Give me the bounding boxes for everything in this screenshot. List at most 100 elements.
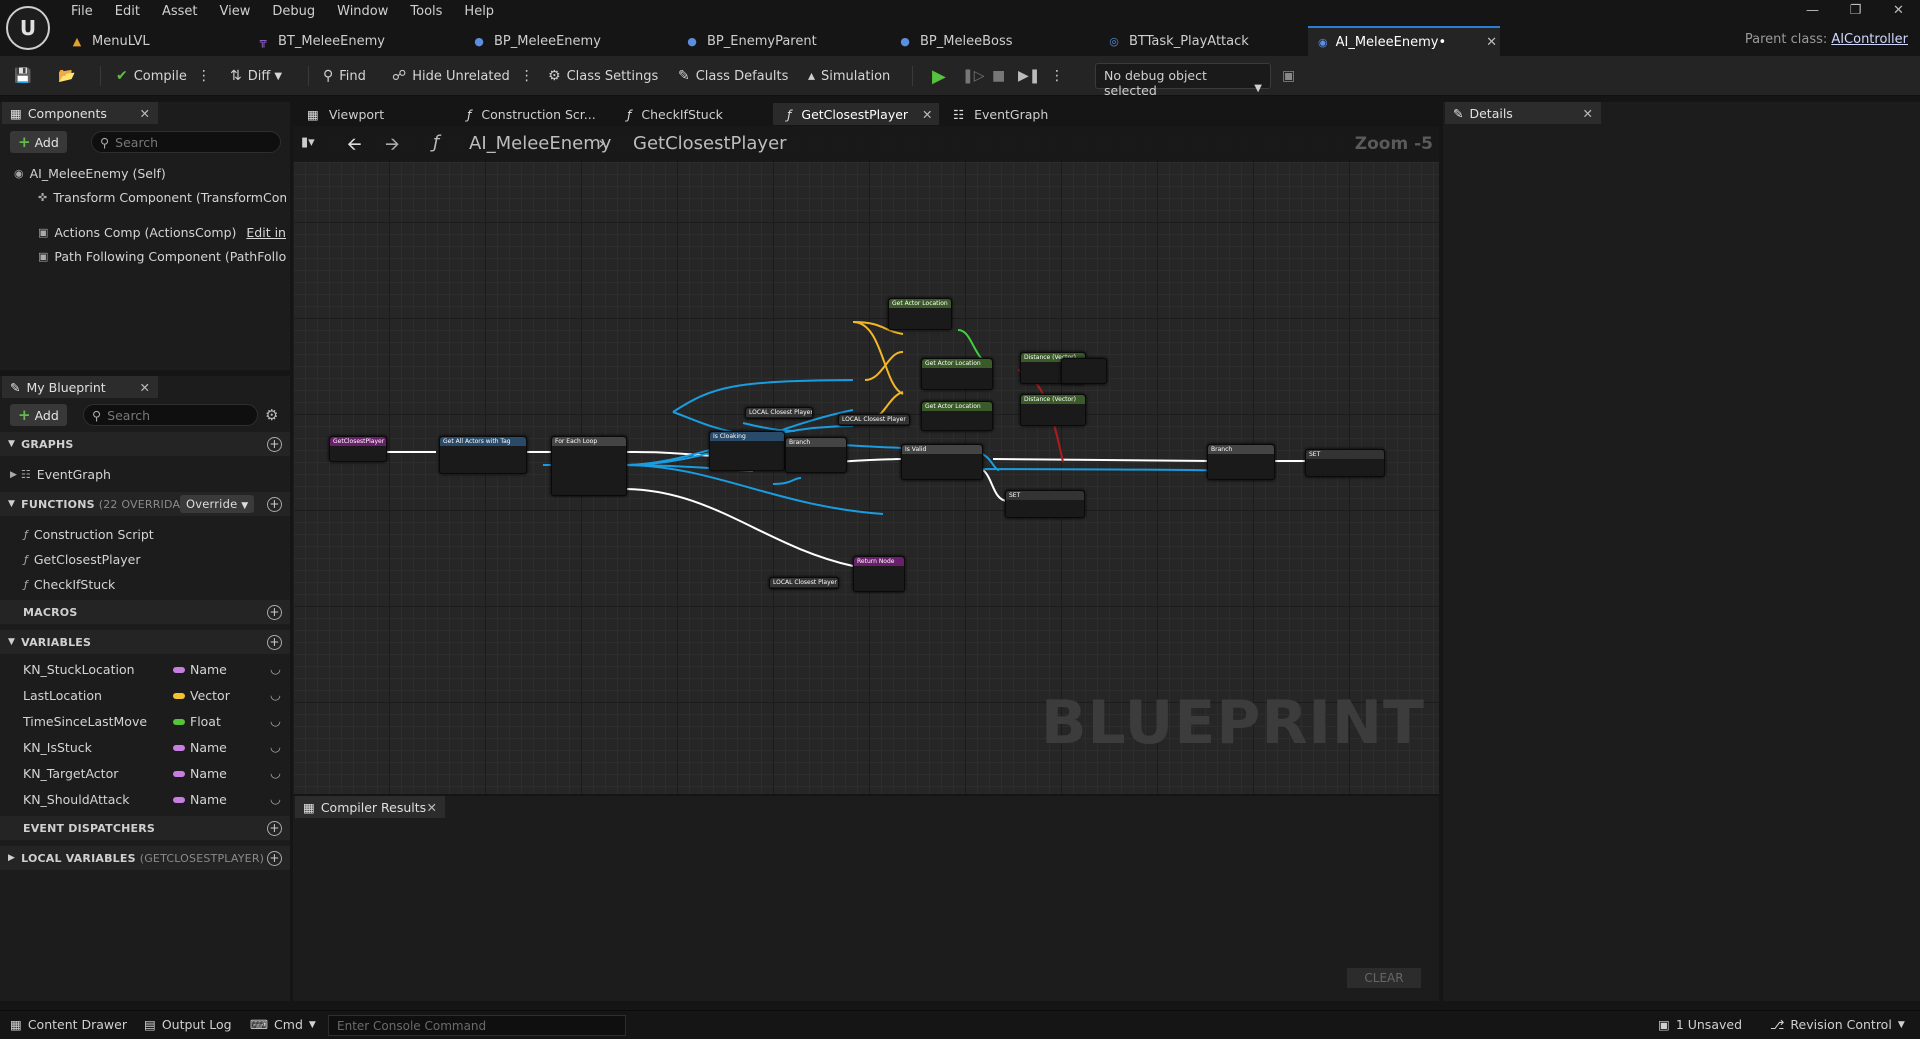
tab-eventgraph[interactable]: ☷ EventGraph: [939, 103, 1079, 125]
close-icon[interactable]: ✕: [922, 107, 932, 122]
diff-button[interactable]: ⇅ Diff ▼: [230, 62, 282, 90]
graph-node[interactable]: For Each Loop: [551, 436, 627, 496]
tab-bt-meleeenemy[interactable]: ╦ BT_MeleeEnemy: [246, 26, 461, 56]
tab-bp-meleeenemy[interactable]: ● BP_MeleeEnemy: [462, 26, 674, 56]
close-icon[interactable]: ✕: [1583, 106, 1593, 121]
stop-button[interactable]: ■: [992, 62, 1011, 90]
compare-node[interactable]: [1061, 358, 1107, 384]
my-blueprint-search-input[interactable]: ⚲ Search: [83, 404, 258, 426]
close-icon[interactable]: ✕: [140, 106, 150, 121]
eject-button[interactable]: ▶❚: [1018, 62, 1047, 90]
variables-section[interactable]: ▼ VARIABLES +: [0, 630, 290, 654]
graph-item-eventgraph[interactable]: ▶ ☷ EventGraph: [10, 467, 111, 482]
variable-item[interactable]: KN_IsStuck Name ◡: [0, 737, 290, 759]
more-options-icon[interactable]: ⋮: [520, 68, 534, 84]
console-command-input[interactable]: Enter Console Command: [328, 1015, 626, 1036]
functions-section[interactable]: ▼ FUNCTIONS (22 OVERRIDABLE) Override ▼ +: [0, 492, 290, 516]
variable-item[interactable]: KN_StuckLocation Name ◡: [0, 659, 290, 681]
add-dispatcher-icon[interactable]: +: [267, 820, 282, 836]
close-tab-icon[interactable]: ✕: [1486, 35, 1497, 50]
tab-bttask-playattack[interactable]: ◎ BTTask_PlayAttack: [1097, 26, 1307, 56]
add-component-button[interactable]: + Add: [10, 131, 67, 153]
menu-help[interactable]: Help: [453, 1, 505, 22]
graph-node[interactable]: Get Actor Location: [921, 401, 993, 431]
graph-node[interactable]: Is Valid: [901, 444, 983, 480]
graph-node[interactable]: Distance (Vector): [1020, 394, 1086, 426]
local-variables-section[interactable]: ▶ LOCAL VARIABLES (GETCLOSESTPLAYER) +: [0, 846, 290, 870]
menu-edit[interactable]: Edit: [104, 1, 151, 22]
variable-item[interactable]: KN_ShouldAttack Name ◡: [0, 789, 290, 811]
event-dispatchers-section[interactable]: EVENT DISPATCHERS +: [0, 816, 290, 840]
component-self[interactable]: ◉ AI_MeleeEnemy (Self): [14, 166, 166, 181]
close-window-icon[interactable]: ✕: [1877, 0, 1920, 22]
tab-bp-enemyparent[interactable]: ● BP_EnemyParent: [675, 26, 887, 56]
graphs-section[interactable]: ▼ GRAPHS +: [0, 432, 290, 456]
tab-construction-script[interactable]: ƒ Construction Scr...: [453, 103, 613, 125]
visibility-eye-icon[interactable]: ◡: [270, 687, 281, 702]
graph-node[interactable]: LOCAL Closest Player: [838, 414, 910, 426]
graph-node[interactable]: SET: [1305, 449, 1385, 477]
details-tab[interactable]: ✎ Details ✕: [1445, 102, 1601, 124]
visibility-eye-icon[interactable]: ◡: [270, 713, 281, 728]
clear-button[interactable]: CLEAR: [1347, 968, 1421, 988]
play-button[interactable]: ▶: [932, 62, 946, 90]
compiler-results-tab[interactable]: ▦ Compiler Results ✕: [295, 796, 445, 818]
blueprint-graph-canvas[interactable]: ▮▾ 🡨 🡪 ƒ AI_MeleeEnemy › GetClosestPlaye…: [293, 126, 1439, 794]
function-item-checkifstuck[interactable]: ƒ CheckIfStuck: [24, 577, 115, 592]
gear-icon[interactable]: ⚙: [265, 406, 278, 424]
tab-checkifstuck[interactable]: ƒ CheckIfStuck: [613, 103, 773, 125]
graph-node[interactable]: Branch: [785, 437, 847, 473]
class-settings-button[interactable]: ⚙ Class Settings: [548, 62, 658, 90]
menu-asset[interactable]: Asset: [151, 1, 209, 22]
play-more-button[interactable]: ⋮: [1050, 62, 1070, 90]
variable-item[interactable]: KN_TargetActor Name ◡: [0, 763, 290, 785]
unreal-logo-icon[interactable]: U: [6, 6, 50, 50]
component-transform[interactable]: ✜Transform Component (TransformComponent…: [38, 190, 286, 205]
tab-bp-meleeboss[interactable]: ● BP_MeleeBoss: [888, 26, 1096, 56]
graph-node[interactable]: LOCAL Closest Player: [769, 577, 839, 589]
tab-viewport[interactable]: ▦ Viewport: [293, 103, 453, 125]
menu-window[interactable]: Window: [326, 1, 399, 22]
visibility-eye-icon[interactable]: ◡: [270, 791, 281, 806]
graph-node[interactable]: LOCAL Closest Player: [745, 407, 813, 419]
restore-icon[interactable]: ❐: [1834, 0, 1877, 22]
browse-icon[interactable]: 📂: [58, 62, 81, 90]
my-blueprint-tab[interactable]: ✎ My Blueprint ✕: [2, 376, 158, 398]
graph-node[interactable]: SET: [1005, 490, 1085, 518]
menu-debug[interactable]: Debug: [261, 1, 326, 22]
component-path-following[interactable]: ▣Path Following Component (PathFollowing…: [38, 249, 286, 264]
simulation-button[interactable]: ▴ Simulation: [808, 62, 890, 90]
step-button[interactable]: ❚▷: [962, 62, 991, 90]
override-dropdown[interactable]: Override ▼: [180, 495, 255, 513]
save-icon[interactable]: 💾: [14, 62, 37, 90]
graph-node[interactable]: Get Actor Location: [921, 358, 993, 390]
add-variable-icon[interactable]: +: [267, 634, 282, 650]
hide-unrelated-button[interactable]: ☍ Hide Unrelated ⋮: [392, 62, 540, 90]
cmd-dropdown[interactable]: ⌨ Cmd ▼: [250, 1017, 316, 1032]
debug-object-dropdown[interactable]: No debug object selected ▼: [1095, 63, 1271, 98]
menu-file[interactable]: File: [60, 1, 104, 22]
graph-node[interactable]: Get Actor Location: [888, 298, 952, 330]
visibility-eye-icon[interactable]: ◡: [270, 739, 281, 754]
edit-in-cpp-link[interactable]: Edit in C++: [246, 225, 286, 240]
macros-section[interactable]: MACROS +: [0, 600, 290, 624]
find-button[interactable]: ⚲ Find: [323, 62, 366, 90]
variable-item[interactable]: LastLocation Vector ◡: [0, 685, 290, 707]
minimize-icon[interactable]: —: [1791, 0, 1834, 22]
unsaved-indicator[interactable]: ▣ 1 Unsaved: [1658, 1017, 1742, 1032]
debug-browse-button[interactable]: ▣: [1282, 62, 1301, 90]
add-function-icon[interactable]: +: [267, 496, 282, 512]
components-search-input[interactable]: ⚲ Search: [91, 131, 281, 153]
add-macro-icon[interactable]: +: [267, 604, 282, 620]
add-member-button[interactable]: + Add: [10, 404, 67, 426]
components-tab[interactable]: ▦ Components ✕: [2, 102, 158, 124]
close-icon[interactable]: ✕: [427, 800, 437, 815]
graph-node[interactable]: Return Node: [853, 556, 905, 592]
component-actions-comp[interactable]: ▣Actions Comp (ActionsComp) Edit in C++: [38, 225, 286, 240]
revision-control-button[interactable]: ⎇ Revision Control ▼: [1770, 1017, 1905, 1032]
tab-ai-meleeenemy[interactable]: ◉ AI_MeleeEnemy• ✕: [1308, 26, 1500, 56]
function-item-construction-script[interactable]: ƒ Construction Script: [24, 527, 154, 542]
add-graph-icon[interactable]: +: [267, 436, 282, 452]
compile-options-icon[interactable]: ⋮: [197, 68, 211, 84]
compile-button[interactable]: ✔ Compile ⋮: [116, 62, 217, 90]
